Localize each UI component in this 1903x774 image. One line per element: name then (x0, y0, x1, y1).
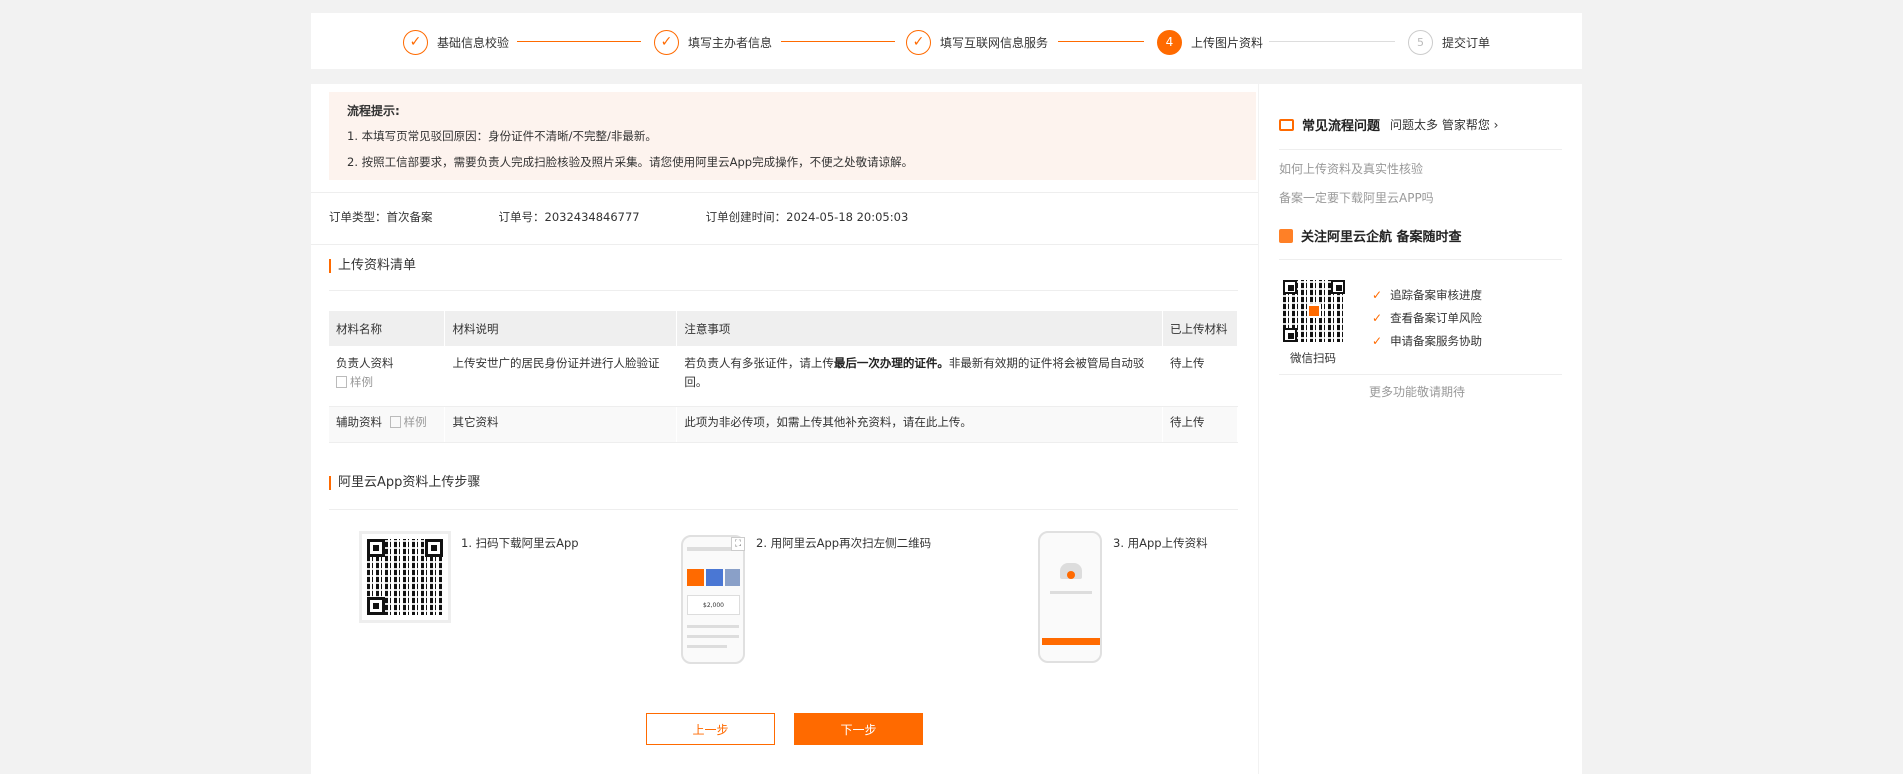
step-connector (517, 41, 641, 42)
material-note: 若负责人有多张证件，请上传最后一次办理的证件。非最新有效期的证件将会被管局自动驳… (676, 346, 1163, 407)
divider (1279, 374, 1562, 375)
tips-title: 流程提示: (347, 104, 400, 118)
scan-icon: ⛶ (731, 537, 745, 551)
table-row: 负责人资料 样例 上传安世广的居民身份证并进行人脸验证 若负责人有多张证件，请上… (329, 346, 1239, 407)
step-number: 4 (1157, 29, 1182, 55)
app-step-2: 2. 用阿里云App再次扫左侧二维码 (756, 536, 932, 550)
divider (1279, 259, 1562, 260)
gift-icon (1279, 228, 1293, 243)
step-upload-images: 4 上传图片资料 (1157, 29, 1263, 55)
material-desc: 上传安世广的居民身份证并进行人脸验证 (444, 346, 678, 407)
more-features-text: 更多功能敬请期待 (1369, 385, 1466, 399)
column-header: 已上传材料 (1162, 311, 1239, 346)
follow-header: 关注阿里云企航 备案随时查 (1279, 226, 1462, 245)
check-icon: ✓ (906, 29, 931, 55)
phone-screenshot-upload (1038, 531, 1102, 663)
sample-link[interactable]: 样例 (389, 415, 427, 429)
document-icon (336, 376, 347, 388)
step-connector (1058, 41, 1144, 42)
material-name: 负责人资料 (336, 356, 394, 370)
divider (329, 509, 1238, 510)
divider (311, 192, 1258, 193)
step-connector (1269, 41, 1395, 42)
wechat-qr-code (1283, 280, 1345, 342)
feature-item: ✓ 追踪备案审核进度 (1372, 288, 1483, 302)
feature-item: ✓ 申请备案服务协助 (1372, 334, 1483, 348)
progress-stepper: ✓ 基础信息校验 ✓ 填写主办者信息 ✓ 填写互联网信息服务 4 上传图片资料 … (311, 13, 1582, 69)
main-panel: 流程提示: 1. 本填写页常见驳回原因：身份证件不清晰/不完整/非最新。 2. … (311, 84, 1258, 774)
column-header: 注意事项 (676, 311, 1163, 346)
chevron-right-icon: › (1493, 118, 1499, 132)
section-title-app-steps: 阿里云App资料上传步骤 (329, 476, 480, 490)
faq-header: 常见流程问题 问题太多 管家帮您 › (1279, 115, 1498, 134)
next-step-button[interactable]: 下一步 (794, 713, 923, 745)
tips-line: 1. 本填写页常见驳回原因：身份证件不清晰/不完整/非最新。 (347, 129, 657, 143)
step-internet-service: ✓ 填写互联网信息服务 (906, 29, 1048, 55)
download-app-qr (359, 531, 451, 623)
check-icon: ✓ (403, 29, 428, 55)
upload-list-table: 材料名称 材料说明 注意事项 已上传材料 负责人资料 样例 上传安世广的居民身份… (329, 311, 1239, 443)
check-icon: ✓ (1372, 288, 1383, 302)
material-name-cell: 负责人资料 样例 (329, 346, 446, 407)
column-header: 材料名称 (329, 311, 446, 346)
material-note: 此项为非必传项，如需上传其他补充资料，请在此上传。 (676, 406, 1163, 443)
order-created-time: 订单创建时间：2024-05-18 20:05:03 (705, 210, 909, 224)
table-row: 辅助资料 样例 其它资料 此项为非必传项，如需上传其他补充资料，请在此上传。 待… (329, 406, 1239, 443)
tips-line: 2. 按照工信部要求，需要负责人完成扫脸核验及照片采集。请您使用阿里云App完成… (347, 155, 914, 169)
prev-step-button[interactable]: 上一步 (646, 713, 775, 745)
material-name: 辅助资料 (336, 414, 382, 429)
check-icon: ✓ (654, 29, 679, 55)
wechat-label: 微信扫码 (1290, 351, 1336, 365)
app-step-1: 1. 扫码下载阿里云App (461, 536, 579, 550)
upload-status: 待上传 (1162, 346, 1239, 407)
material-desc: 其它资料 (444, 406, 678, 443)
step-number: 5 (1408, 29, 1433, 55)
sample-link[interactable]: 样例 (336, 373, 437, 392)
process-tips: 流程提示: 1. 本填写页常见驳回原因：身份证件不清晰/不完整/非最新。 2. … (329, 92, 1256, 180)
material-name-cell: 辅助资料 样例 (329, 406, 446, 443)
faq-help-link[interactable]: 问题太多 管家帮您 › (1390, 116, 1498, 133)
order-info: 订单类型：首次备案 订单号：2032434846777 订单创建时间：2024-… (329, 209, 974, 225)
qr-code (367, 539, 443, 615)
step-basic-info: ✓ 基础信息校验 (403, 29, 509, 55)
divider (1279, 149, 1562, 150)
check-icon: ✓ (1372, 311, 1383, 325)
check-icon: ✓ (1372, 334, 1383, 348)
column-header: 材料说明 (444, 311, 678, 346)
order-type: 订单类型：首次备案 (329, 210, 433, 224)
divider (329, 290, 1238, 291)
chat-icon (1279, 118, 1294, 131)
upload-status: 待上传 (1162, 406, 1239, 443)
divider (311, 244, 1258, 245)
step-connector (781, 41, 895, 42)
faq-link[interactable]: 如何上传资料及真实性核验 (1279, 160, 1423, 177)
section-title-upload-list: 上传资料清单 (329, 259, 416, 273)
app-step-3: 3. 用App上传资料 (1113, 536, 1208, 550)
sidebar: 常见流程问题 问题太多 管家帮您 › 如何上传资料及真实性核验 备案一定要下载阿… (1259, 84, 1582, 774)
step-submit-order: 5 提交订单 (1408, 29, 1490, 55)
feature-item: ✓ 查看备案订单风险 (1372, 311, 1483, 325)
faq-link[interactable]: 备案一定要下载阿里云APP吗 (1279, 189, 1434, 206)
phone-screenshot-scan: $2,000 ⛶ (681, 535, 745, 664)
order-number: 订单号：2032434846777 (498, 210, 640, 224)
document-icon (389, 415, 401, 428)
step-sponsor-info: ✓ 填写主办者信息 (654, 29, 772, 55)
table-header-row: 材料名称 材料说明 注意事项 已上传材料 (329, 311, 1239, 346)
